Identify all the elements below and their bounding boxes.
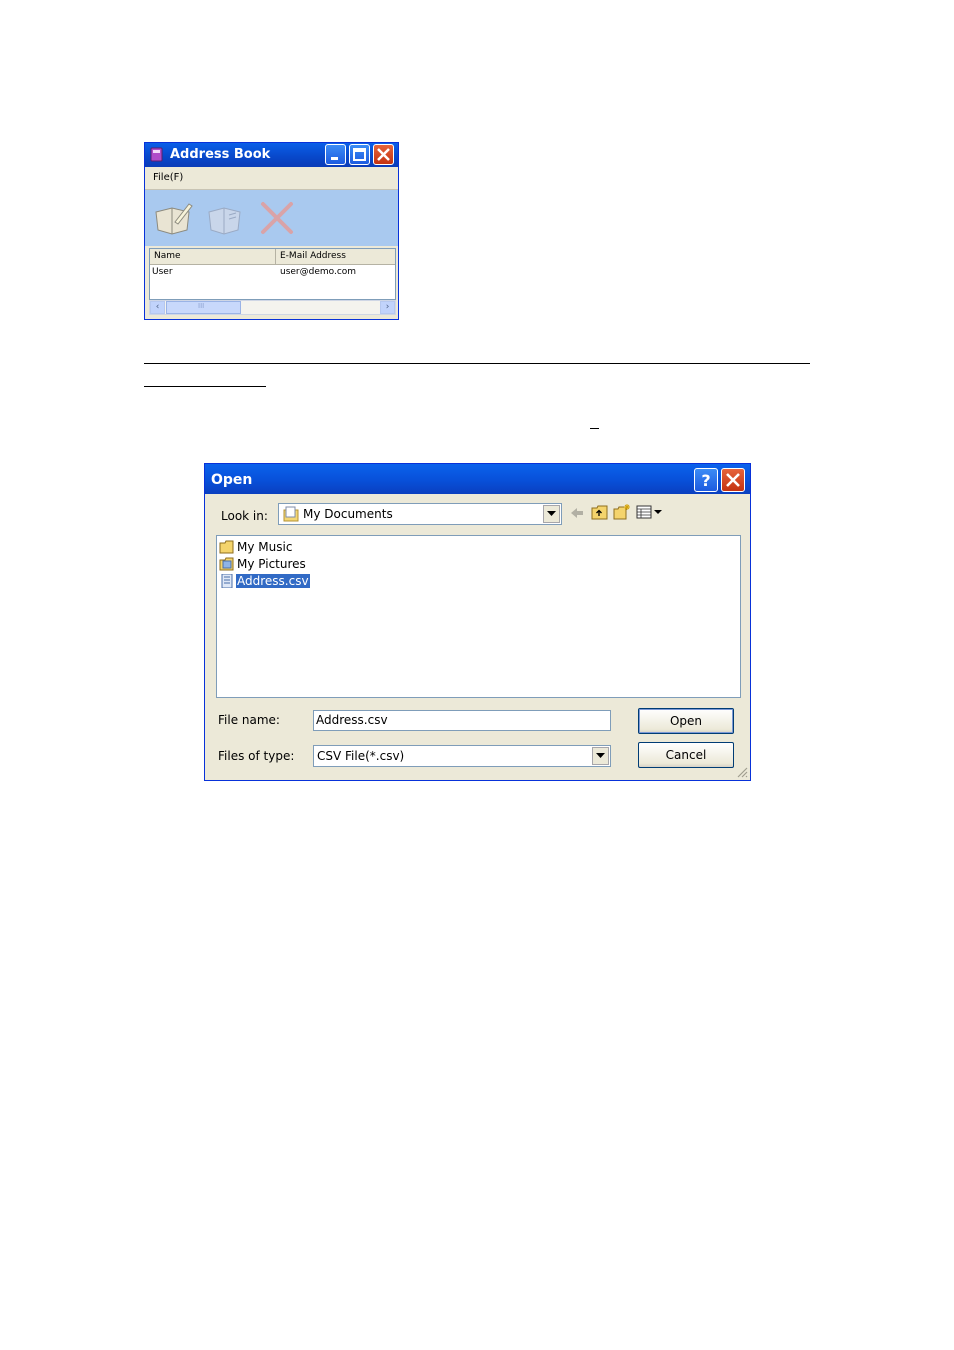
up-folder-icon[interactable] (590, 503, 610, 521)
maximize-button[interactable] (349, 144, 370, 165)
address-book-title: Address Book (170, 147, 271, 162)
column-separator[interactable] (275, 249, 276, 264)
minimize-icon (331, 157, 338, 160)
scroll-left-arrow[interactable]: ‹ (150, 301, 165, 314)
file-name-value: Address.csv (316, 713, 388, 727)
file-name-label: File name: (218, 713, 280, 727)
help-icon: ? (701, 471, 710, 490)
chevron-down-icon (596, 753, 605, 758)
file-type-dropdown[interactable]: CSV File(*.csv) (313, 745, 611, 767)
folder-icon (219, 540, 234, 554)
resize-grip-icon[interactable] (736, 766, 748, 778)
contact-name[interactable]: User (152, 267, 173, 277)
document-rule-line (144, 386, 266, 387)
file-name-field[interactable]: Address.csv (313, 710, 611, 731)
file-type-dropdown-arrow[interactable] (592, 747, 609, 765)
column-email[interactable]: E-Mail Address (280, 251, 346, 261)
list-header: Name E-Mail Address (150, 249, 395, 265)
close-button[interactable] (373, 144, 394, 165)
document-rule-line (144, 363, 810, 364)
dialog-close-button[interactable] (721, 468, 745, 492)
toolbar (145, 190, 398, 246)
close-icon (377, 148, 390, 161)
address-book-titlebar[interactable]: Address Book (145, 143, 398, 167)
address-book-icon (150, 147, 163, 162)
look-in-dropdown-arrow[interactable] (543, 505, 560, 523)
file-name: My Pictures (237, 557, 306, 571)
file-list[interactable]: My Music My Pictures Address.csv (216, 535, 741, 698)
edit-contact-icon[interactable] (205, 200, 245, 236)
help-button[interactable]: ? (694, 468, 718, 492)
svg-text:?: ? (701, 471, 710, 490)
file-type-value: CSV File(*.csv) (317, 749, 405, 763)
document-rule-line (590, 428, 599, 429)
view-menu-icon[interactable] (636, 503, 666, 521)
horizontal-scrollbar[interactable]: ‹ III › (149, 300, 396, 315)
menu-file[interactable]: File(F) (153, 172, 183, 183)
look-in-label: Look in: (221, 509, 268, 523)
scroll-right-arrow[interactable]: › (380, 301, 395, 314)
file-name: My Music (237, 540, 293, 554)
contact-email[interactable]: user@demo.com (280, 267, 356, 277)
csv-file-icon (221, 574, 233, 588)
new-folder-icon[interactable] (612, 503, 632, 521)
look-in-dropdown[interactable]: My Documents (278, 503, 562, 525)
close-icon (726, 473, 740, 487)
scroll-thumb-grip: III (198, 302, 205, 310)
chevron-down-icon (547, 511, 556, 516)
my-documents-icon (283, 506, 299, 522)
new-contact-icon[interactable] (153, 200, 193, 236)
cancel-button[interactable]: Cancel (638, 742, 734, 768)
back-arrow-icon[interactable] (567, 504, 587, 522)
open-dialog-titlebar[interactable]: Open ? (205, 464, 750, 494)
file-name: Address.csv (235, 573, 311, 589)
open-dialog-title: Open (211, 472, 253, 488)
file-type-label: Files of type: (218, 749, 295, 763)
open-button[interactable]: Open (638, 708, 734, 734)
maximize-icon (353, 148, 366, 161)
look-in-value: My Documents (303, 507, 393, 521)
menu-bar: File(F) (145, 167, 398, 190)
open-dialog: Open ? Look in: My Documents My Music My… (204, 463, 751, 781)
column-name[interactable]: Name (154, 251, 181, 261)
delete-contact-icon[interactable] (257, 200, 297, 236)
address-book-window: Address Book File(F) Name E-Mail Address… (144, 142, 399, 320)
scroll-thumb[interactable]: III (166, 301, 241, 314)
pictures-folder-icon (219, 557, 234, 571)
minimize-button[interactable] (325, 144, 346, 165)
contact-list[interactable]: Name E-Mail Address User user@demo.com (149, 248, 396, 300)
